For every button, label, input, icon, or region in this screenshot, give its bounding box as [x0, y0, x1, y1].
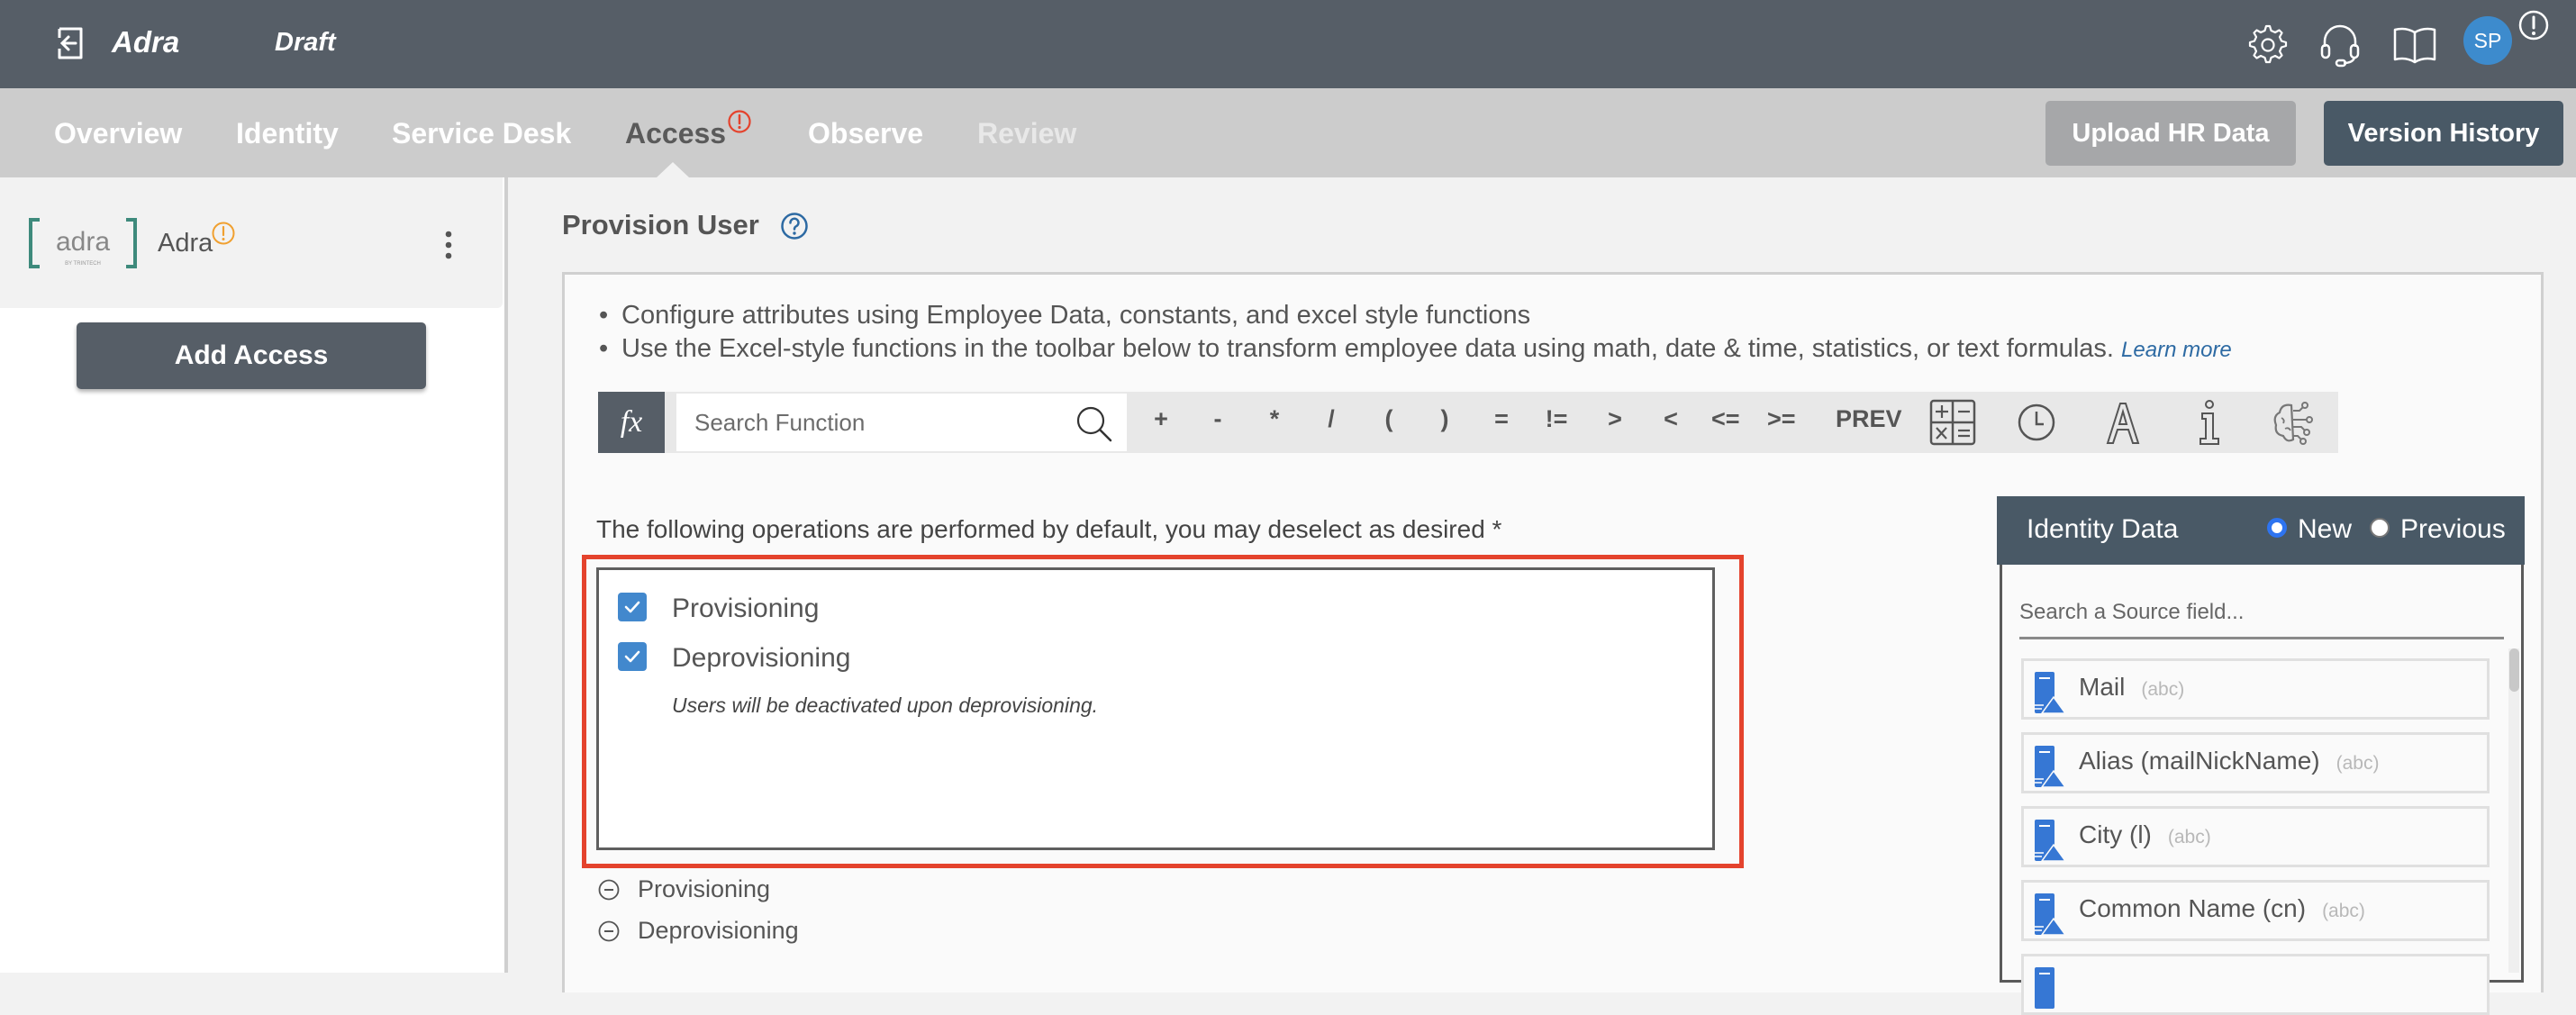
operator-open-paren[interactable]: ( — [1375, 405, 1402, 433]
draft-status: Draft — [275, 28, 336, 57]
field-name: Mail — [2079, 673, 2126, 701]
field-name: Common Name (cn) — [2079, 894, 2307, 922]
scrollbar-thumb[interactable] — [2509, 648, 2519, 692]
check-icon — [624, 650, 640, 663]
check-icon — [624, 601, 640, 613]
directory-field-icon — [2035, 967, 2054, 1009]
collapsed-section-deprovisioning[interactable]: Deprovisioning — [598, 917, 799, 945]
tab-service-desk[interactable]: Service Desk — [392, 117, 571, 150]
field-name: Alias (mailNickName) — [2079, 747, 2320, 775]
clock-icon[interactable] — [2012, 396, 2061, 449]
upload-hr-data-button[interactable]: Upload HR Data — [2045, 101, 2296, 166]
prev-button[interactable]: PREV — [1836, 405, 1902, 433]
sidebar-divider[interactable] — [504, 177, 508, 973]
warning-icon — [212, 222, 235, 245]
learn-more-link[interactable]: Learn more — [2121, 338, 2232, 362]
operator-less-equal[interactable]: <= — [1711, 405, 1740, 433]
top-header — [0, 0, 2576, 88]
search-function-input[interactable] — [676, 394, 1127, 451]
tab-access[interactable]: Access — [625, 117, 726, 150]
help-icon[interactable] — [780, 212, 809, 240]
tab-alert-icon — [728, 110, 751, 133]
active-tab-indicator — [657, 162, 689, 177]
instruction-item: Use the Excel-style functions in the too… — [599, 332, 2232, 367]
app-name: Adra — [158, 229, 213, 258]
source-field-item[interactable]: Mail (abc) — [2021, 658, 2490, 720]
tab-overview[interactable]: Overview — [54, 117, 182, 150]
source-field-search-input[interactable] — [2019, 587, 2504, 639]
operator-greater-equal[interactable]: >= — [1767, 405, 1796, 433]
app-title: Adra — [112, 25, 180, 59]
collapsed-section-provisioning[interactable]: Provisioning — [598, 875, 770, 903]
deprovisioning-checkbox[interactable] — [618, 642, 647, 671]
back-icon[interactable] — [52, 25, 88, 61]
headset-icon[interactable] — [2317, 22, 2363, 68]
logo-text: adra — [56, 227, 110, 257]
user-avatar[interactable]: SP — [2463, 16, 2512, 65]
tab-observe[interactable]: Observe — [808, 117, 923, 150]
operator-close-paren[interactable]: ) — [1431, 405, 1458, 433]
deprovisioning-label[interactable]: Deprovisioning — [672, 643, 850, 674]
add-access-button[interactable]: Add Access — [77, 322, 426, 389]
operator-minus[interactable]: - — [1204, 405, 1231, 433]
instruction-item: Configure attributes using Employee Data… — [599, 299, 2232, 332]
svg-text:BY TRINTECH: BY TRINTECH — [65, 261, 101, 267]
search-icon[interactable] — [1074, 403, 1115, 445]
operator-multiply[interactable]: * — [1261, 405, 1288, 433]
field-name: City (l) — [2079, 820, 2152, 848]
text-icon[interactable] — [2099, 396, 2147, 449]
fx-icon[interactable]: fx — [598, 392, 665, 453]
directory-field-icon — [2035, 672, 2065, 713]
deprovisioning-note: Users will be deactivated upon deprovisi… — [672, 693, 1099, 717]
ai-brain-icon[interactable] — [2269, 396, 2317, 449]
field-type: (abc) — [2167, 827, 2211, 847]
source-field-item[interactable]: City (l) (abc) — [2021, 806, 2490, 867]
directory-field-icon — [2035, 820, 2065, 861]
adra-logo: adra BY TRINTECH — [29, 218, 137, 268]
book-icon[interactable] — [2391, 22, 2438, 68]
operator-not-equals[interactable]: != — [1543, 405, 1570, 433]
radio-new[interactable] — [2267, 518, 2287, 538]
operator-plus[interactable]: + — [1147, 405, 1175, 433]
field-type: (abc) — [2336, 753, 2380, 774]
calculator-icon[interactable] — [1928, 396, 1977, 449]
operator-divide[interactable]: / — [1318, 405, 1345, 433]
page-title: Provision User — [562, 209, 759, 240]
section-label: Deprovisioning — [638, 917, 799, 944]
operator-equals[interactable]: = — [1488, 405, 1515, 433]
source-field-item[interactable]: Common Name (cn) (abc) — [2021, 880, 2490, 941]
field-type: (abc) — [2322, 901, 2365, 921]
identity-data-title: Identity Data — [2027, 514, 2179, 544]
source-list-scrollbar[interactable] — [2508, 648, 2519, 973]
directory-field-icon — [2035, 746, 2065, 787]
field-type: (abc) — [2141, 679, 2185, 700]
radio-previous-label[interactable]: Previous — [2400, 514, 2506, 545]
source-field-item[interactable] — [2021, 954, 2490, 1015]
provisioning-label[interactable]: Provisioning — [672, 594, 819, 624]
collapse-icon — [598, 879, 620, 900]
operator-less[interactable]: < — [1657, 405, 1684, 433]
version-history-button[interactable]: Version History — [2324, 101, 2563, 166]
info-icon[interactable] — [2185, 396, 2234, 449]
provisioning-checkbox[interactable] — [618, 593, 647, 621]
radio-previous[interactable] — [2370, 518, 2390, 538]
radio-new-label[interactable]: New — [2298, 514, 2352, 545]
collapse-icon — [598, 920, 620, 941]
tab-identity[interactable]: Identity — [236, 117, 339, 150]
section-label: Provisioning — [638, 875, 771, 902]
operator-greater[interactable]: > — [1601, 405, 1628, 433]
instructions-list: Configure attributes using Employee Data… — [599, 299, 2232, 367]
operations-label: The following operations are performed b… — [596, 515, 1502, 543]
directory-field-icon — [2035, 893, 2065, 935]
more-options-icon[interactable] — [440, 230, 458, 260]
gear-icon[interactable] — [2245, 22, 2291, 68]
source-field-item[interactable]: Alias (mailNickName) (abc) — [2021, 732, 2490, 793]
tab-review: Review — [977, 117, 1077, 150]
alert-icon[interactable] — [2517, 9, 2550, 41]
